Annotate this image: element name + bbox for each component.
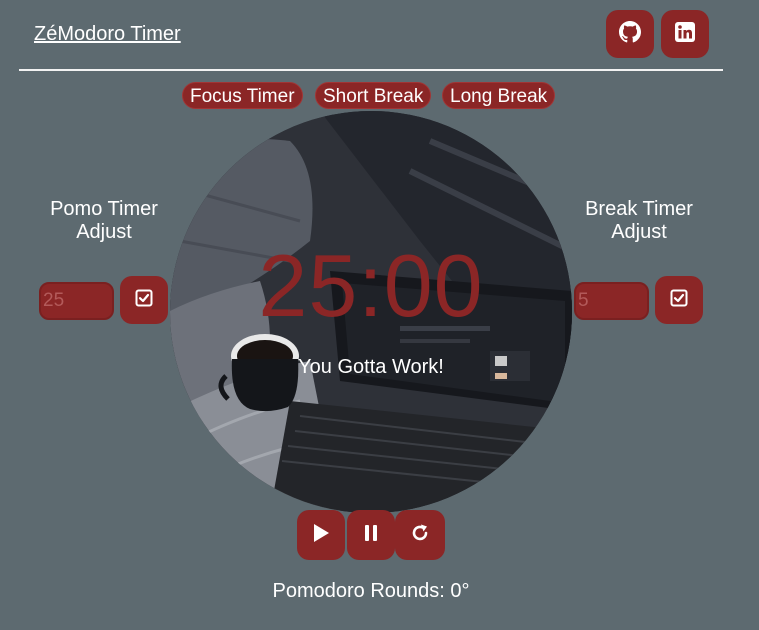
github-icon	[619, 20, 641, 48]
tab-short-break[interactable]: Short Break	[315, 82, 432, 109]
pomo-timer-input[interactable]	[39, 282, 114, 320]
pomo-confirm-button[interactable]	[120, 276, 168, 324]
tab-long-break[interactable]: Long Break	[442, 82, 556, 109]
checkbox-icon	[670, 289, 688, 312]
pomo-adjust-label: Pomo Timer Adjust	[39, 198, 169, 244]
break-adjust-label-line1: Break Timer	[585, 198, 693, 220]
linkedin-button[interactable]	[661, 10, 709, 58]
tab-focus-timer[interactable]: Focus Timer	[182, 82, 303, 109]
github-button[interactable]	[606, 10, 654, 58]
play-button[interactable]	[297, 510, 345, 560]
pomo-adjust-label-line2: Adjust	[76, 221, 132, 243]
play-icon	[312, 523, 330, 548]
pause-icon	[364, 524, 378, 547]
break-timer-input[interactable]	[574, 282, 649, 320]
checkbox-icon	[135, 289, 153, 312]
reset-button[interactable]	[395, 510, 445, 560]
pomo-adjust-label-line1: Pomo Timer	[50, 198, 158, 220]
app-title-link[interactable]: ZéModoro Timer	[34, 23, 181, 46]
break-adjust-label-line2: Adjust	[611, 221, 667, 243]
pomodoro-rounds-counter: Pomodoro Rounds: 0°	[272, 580, 470, 602]
reset-icon	[410, 523, 430, 548]
motivation-message: You Gotta Work!	[298, 356, 444, 378]
linkedin-icon	[675, 21, 695, 47]
break-confirm-button[interactable]	[655, 276, 703, 324]
header-divider	[19, 69, 723, 71]
pause-button[interactable]	[347, 510, 395, 560]
break-adjust-label: Break Timer Adjust	[574, 198, 704, 244]
